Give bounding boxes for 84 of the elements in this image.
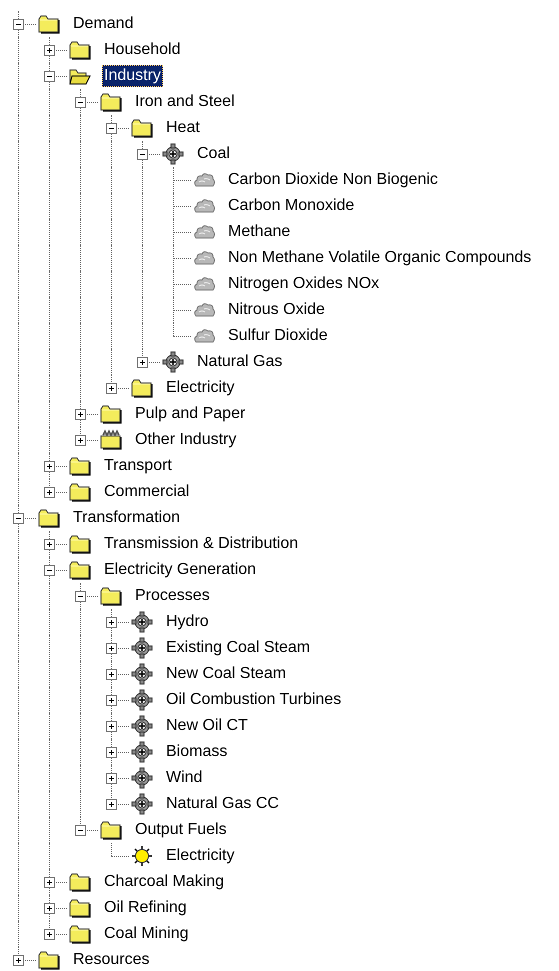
- tree-item[interactable]: Electricity Generation: [102, 559, 258, 581]
- folder-icon: [69, 871, 91, 893]
- tree-item[interactable]: Non Methane Volatile Organic Compounds: [226, 247, 534, 269]
- tree-item[interactable]: New Coal Steam: [164, 663, 288, 685]
- tree-item[interactable]: Transformation: [71, 507, 182, 529]
- tree-item[interactable]: Methane: [226, 221, 292, 243]
- collapse-icon[interactable]: [13, 19, 24, 30]
- tree-item[interactable]: Commercial: [102, 481, 192, 503]
- expand-icon[interactable]: [106, 617, 117, 628]
- expand-icon[interactable]: [106, 799, 117, 810]
- expand-icon[interactable]: [75, 409, 86, 420]
- tree-item[interactable]: Demand: [71, 13, 136, 35]
- tree-item[interactable]: Transport: [102, 455, 174, 477]
- folder-icon: [69, 481, 91, 503]
- tree-item[interactable]: Charcoal Making: [102, 871, 226, 893]
- tree-item[interactable]: Carbon Dioxide Non Biogenic: [226, 169, 440, 191]
- tree-item[interactable]: New Oil CT: [164, 715, 250, 737]
- collapse-icon[interactable]: [44, 71, 55, 82]
- folder-icon: [100, 819, 122, 841]
- expand-icon[interactable]: [13, 955, 24, 966]
- expand-icon[interactable]: [106, 669, 117, 680]
- expand-icon[interactable]: [106, 773, 117, 784]
- folder-icon: [131, 377, 153, 399]
- folder-icon: [100, 91, 122, 113]
- tree-item[interactable]: Oil Combustion Turbines: [164, 689, 344, 711]
- expand-icon[interactable]: [44, 487, 55, 498]
- tree-item[interactable]: Electricity: [164, 377, 236, 399]
- tree-item[interactable]: Nitrogen Oxides NOx: [226, 273, 382, 295]
- expand-icon[interactable]: [75, 435, 86, 446]
- expand-icon[interactable]: [106, 643, 117, 654]
- expand-icon[interactable]: [137, 357, 148, 368]
- tree-item[interactable]: Electricity: [164, 845, 236, 867]
- tree-item[interactable]: Pulp and Paper: [133, 403, 248, 425]
- expand-icon[interactable]: [44, 461, 55, 472]
- tree-item[interactable]: Coal: [195, 143, 232, 165]
- collapse-icon[interactable]: [137, 149, 148, 160]
- tree-item[interactable]: Nitrous Oxide: [226, 299, 327, 321]
- folder-icon: [38, 507, 60, 529]
- folder-icon: [69, 533, 91, 555]
- factory-icon: [100, 429, 122, 451]
- folder-icon: [69, 559, 91, 581]
- collapse-icon[interactable]: [75, 825, 86, 836]
- expand-icon[interactable]: [44, 539, 55, 550]
- expand-icon[interactable]: [106, 721, 117, 732]
- expand-icon[interactable]: [106, 747, 117, 758]
- expand-icon[interactable]: [106, 695, 117, 706]
- tree-item[interactable]: Oil Refining: [102, 897, 189, 919]
- collapse-icon[interactable]: [75, 591, 86, 602]
- folder-icon: [100, 585, 122, 607]
- expand-icon[interactable]: [106, 383, 117, 394]
- collapse-icon[interactable]: [44, 565, 55, 576]
- folder-icon: [69, 897, 91, 919]
- folder-icon: [69, 455, 91, 477]
- tree-item[interactable]: Household: [102, 39, 182, 61]
- folder-icon: [69, 923, 91, 945]
- collapse-icon[interactable]: [13, 513, 24, 524]
- tree-item[interactable]: Natural Gas CC: [164, 793, 281, 815]
- folder-icon: [38, 949, 60, 971]
- tree-item[interactable]: Hydro: [164, 611, 211, 633]
- tree-item[interactable]: Iron and Steel: [133, 91, 237, 113]
- tree-item[interactable]: Biomass: [164, 741, 230, 763]
- folder-icon: [69, 39, 91, 61]
- tree-item[interactable]: Heat: [164, 117, 202, 139]
- folder-icon: [131, 117, 153, 139]
- collapse-icon[interactable]: [106, 123, 117, 134]
- tree-item[interactable]: Carbon Monoxide: [226, 195, 356, 217]
- tree-item[interactable]: Industry: [102, 65, 163, 87]
- tree-item[interactable]: Sulfur Dioxide: [226, 325, 330, 347]
- expand-icon[interactable]: [44, 903, 55, 914]
- tree-item[interactable]: Wind: [164, 767, 204, 789]
- tree-item[interactable]: Output Fuels: [133, 819, 229, 841]
- tree-item[interactable]: Natural Gas: [195, 351, 284, 373]
- folder-icon: [38, 13, 60, 35]
- tree-item[interactable]: Existing Coal Steam: [164, 637, 312, 659]
- expand-icon[interactable]: [44, 877, 55, 888]
- expand-icon[interactable]: [44, 45, 55, 56]
- folder-icon: [100, 403, 122, 425]
- tree-item[interactable]: Other Industry: [133, 429, 238, 451]
- tree-item[interactable]: Resources: [71, 949, 152, 971]
- tree-item[interactable]: Processes: [133, 585, 212, 607]
- tree-item[interactable]: Coal Mining: [102, 923, 190, 945]
- tree-item[interactable]: Transmission & Distribution: [102, 533, 300, 555]
- collapse-icon[interactable]: [75, 97, 86, 108]
- expand-icon[interactable]: [44, 929, 55, 940]
